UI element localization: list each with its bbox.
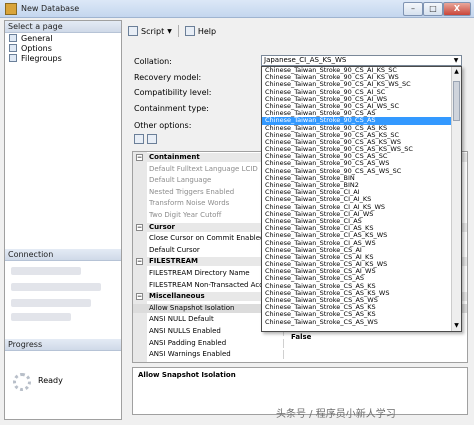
blurred-connection-info	[11, 283, 101, 291]
page-label: Filegroups	[21, 53, 62, 63]
other-options-label: Other options:	[134, 121, 192, 130]
scroll-down-icon[interactable]: ▼	[452, 321, 461, 331]
script-label: Script	[141, 26, 165, 36]
collapse-icon[interactable]: −	[136, 154, 143, 161]
blurred-connection-info	[11, 299, 91, 307]
progress-header: Progress	[5, 339, 121, 351]
collation-option[interactable]: Chinese_Taiwan_Stroke_CS_AS_WS	[262, 318, 461, 326]
property-name: Containment	[149, 153, 200, 161]
blurred-connection-info	[11, 267, 81, 275]
compatibility-level-label: Compatibility level:	[134, 88, 212, 97]
page-label: General	[21, 33, 53, 43]
page-icon	[9, 44, 17, 52]
window-title: New Database	[21, 4, 80, 13]
property-name: Default Fulltext Language LCID	[149, 164, 258, 173]
property-name: ANSI NULL Default	[149, 315, 214, 324]
containment-type-label: Containment type:	[134, 104, 209, 113]
scroll-thumb[interactable]	[453, 81, 460, 121]
property-name: ANSI Padding Enabled	[149, 338, 227, 347]
page-selector-pane: Select a page General Options Filegroups…	[4, 20, 122, 420]
property-name: Close Cursor on Commit Enabled	[149, 234, 265, 243]
property-name: Two Digit Year Cutoff	[149, 211, 222, 219]
collapse-icon[interactable]: −	[136, 293, 143, 301]
page-label: Options	[21, 43, 52, 53]
connection-header: Connection	[5, 249, 121, 261]
page-icon	[9, 34, 17, 42]
property-name: Transform Noise Words	[149, 199, 230, 208]
property-name: Nested Triggers Enabled	[149, 187, 235, 196]
grid-divider	[283, 338, 284, 348]
collation-value: Japanese_CI_AS_KS_WS	[264, 56, 347, 64]
property-name: Default Language	[149, 176, 212, 185]
script-button[interactable]: Script ▼	[128, 26, 172, 36]
dropdown-scrollbar[interactable]: ▲ ▼	[451, 67, 461, 331]
collation-label: Collation:	[134, 57, 172, 66]
grid-toolbar	[134, 134, 160, 144]
blurred-connection-info	[11, 313, 71, 321]
property-name: FILESTREAM Non-Transacted Acc	[149, 280, 264, 289]
page-general[interactable]: General	[5, 33, 121, 43]
property-value[interactable]: False	[291, 333, 311, 341]
grid-property-row[interactable]: ANSI Warnings Enabled	[133, 350, 467, 360]
collation-select[interactable]: Japanese_CI_AS_KS_WS ▼	[261, 55, 462, 66]
script-icon	[128, 26, 138, 36]
grid-divider	[283, 350, 284, 360]
select-page-header: Select a page	[5, 21, 121, 33]
property-name: Allow Snapshot Isolation	[149, 303, 235, 312]
title-bar: New Database – □ X	[0, 0, 474, 18]
sort-alphabetical-icon[interactable]	[147, 134, 157, 144]
page-filegroups[interactable]: Filegroups	[5, 53, 121, 63]
property-name: ANSI Warnings Enabled	[149, 350, 231, 359]
property-name: FILESTREAM Directory Name	[149, 269, 250, 277]
chevron-down-icon[interactable]: ▼	[167, 28, 172, 35]
database-icon	[5, 2, 17, 15]
close-button[interactable]: X	[443, 2, 471, 16]
progress-spinner-icon	[13, 373, 31, 391]
collation-dropdown-list[interactable]: ▲ ▼ Chinese_Taiwan_Stroke_90_CS_AI_KS_SC…	[261, 66, 462, 332]
property-name: Miscellaneous	[149, 292, 205, 301]
watermark: 头条号 / 程序员小新人学习	[276, 409, 396, 420]
chevron-down-icon[interactable]: ▼	[451, 56, 461, 65]
categorized-icon[interactable]	[134, 134, 144, 144]
help-icon	[184, 26, 195, 36]
toolbar: Script ▼ Help	[124, 22, 470, 40]
toolbar-separator	[177, 25, 179, 37]
property-name: FILESTREAM	[149, 257, 198, 266]
description-title: Allow Snapshot Isolation	[138, 371, 236, 379]
page-icon	[9, 54, 17, 62]
property-name: ANSI NULLS Enabled	[149, 327, 221, 335]
property-name: Cursor	[149, 222, 176, 231]
help-button[interactable]: Help	[184, 26, 217, 36]
scroll-up-icon[interactable]: ▲	[452, 67, 461, 77]
recovery-model-label: Recovery model:	[134, 73, 202, 82]
page-options[interactable]: Options	[5, 43, 121, 53]
maximize-button[interactable]: □	[423, 2, 443, 16]
property-name: Default Cursor	[149, 245, 200, 254]
collapse-icon[interactable]: −	[136, 223, 143, 231]
minimize-button[interactable]: –	[403, 2, 423, 16]
progress-status: Ready	[38, 376, 63, 385]
collapse-icon[interactable]: −	[136, 258, 143, 266]
help-label: Help	[197, 26, 217, 36]
